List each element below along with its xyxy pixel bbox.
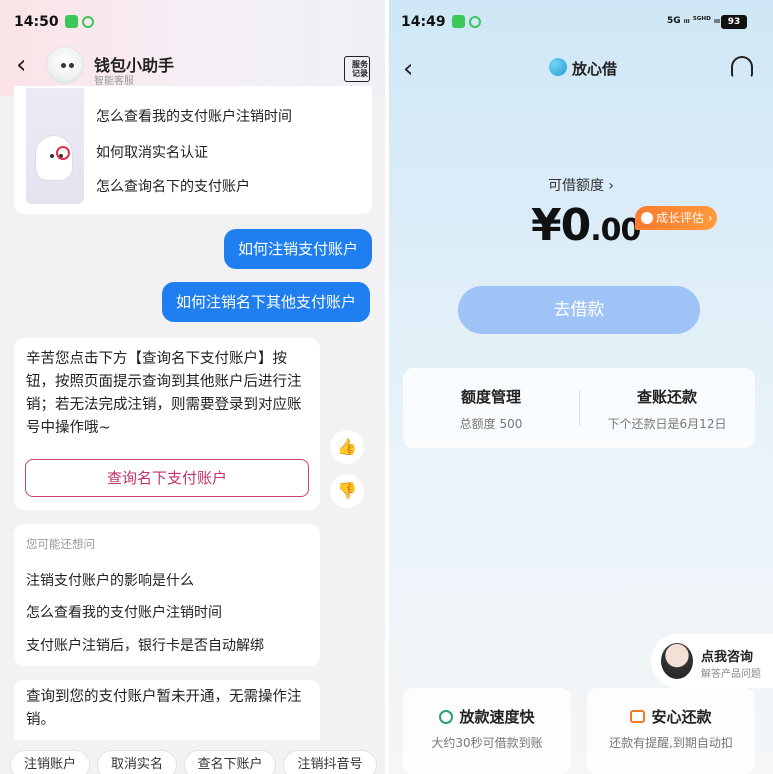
quick-chip[interactable]: 注销抖音号 (283, 750, 377, 774)
bot-reply-text: 查询到您的支付账户暂未开通，无需操作注销。 (26, 689, 302, 728)
mascot-image (26, 88, 84, 204)
account-card: 额度管理 总额度 500 查账还款 下个还款日是6月12日 (403, 368, 755, 448)
quick-chip[interactable]: 注销账户 (10, 750, 90, 774)
consult-subtitle: 解答产品问题 (701, 669, 761, 680)
related-question[interactable]: 怎么查看我的支付账户注销时间 (26, 602, 222, 622)
user-message: 如何注销名下其他支付账户 (162, 282, 371, 322)
related-question[interactable]: 支付账户注销后，银行卡是否自动解绑 (26, 635, 264, 655)
battery-icon: 93 (721, 15, 747, 29)
quick-chip[interactable]: 查名下账户 (184, 750, 276, 774)
page-title: 放心借 (572, 60, 618, 78)
wechat-icon (451, 15, 465, 28)
related-question[interactable]: 注销支付账户的影响是什么 (26, 570, 194, 590)
back-icon[interactable]: ‹ (403, 56, 413, 82)
status-bar-time: 14:50 (14, 14, 94, 30)
agent-avatar (661, 643, 693, 679)
thumb-up-icon[interactable]: 👍 (330, 430, 364, 464)
credit-amount: ¥0.00 (531, 200, 641, 251)
feature-subtitle: 还款有提醒,到期自动扣 (609, 736, 733, 750)
back-icon[interactable]: ‹ (16, 52, 26, 78)
user-message: 如何注销支付账户 (224, 229, 373, 269)
assistant-avatar (46, 46, 84, 84)
wechat-icon (64, 15, 78, 28)
suggestion-card: 怎么查看我的支付账户注销时间 如何取消实名认证 怎么查询名下的支付账户 (14, 86, 372, 214)
app-notification-icon (81, 16, 94, 28)
quota-management[interactable]: 额度管理 总额度 500 (403, 386, 579, 432)
feature-card-repay: 安心还款 还款有提醒,到期自动扣 (587, 688, 755, 774)
suggestion-item[interactable]: 如何取消实名认证 (96, 142, 208, 162)
bot-reply-card: 辛苦您点击下方【查询名下支付账户】按钮，按照页面提示查询到其他账户后进行注销；若… (14, 338, 320, 510)
check-circle-icon (439, 710, 454, 724)
related-header: 您可能还想问 (26, 537, 95, 551)
consult-widget[interactable]: 点我咨询 解答产品问题 (651, 634, 773, 688)
growth-assessment-badge[interactable]: 成长评估 › (635, 206, 717, 230)
related-questions-card: 您可能还想问 注销支付账户的影响是什么 怎么查看我的支付账户注销时间 支付账户注… (14, 524, 320, 666)
page-subtitle: 智能客服 (94, 76, 134, 87)
credit-label[interactable]: 可借额度 › (389, 175, 773, 195)
loan-screen: 14:49 5G ᵢₗₗ ⁵ᴳᴴᴰ ᵢₗₗ 93 ‹ 放心借 可借额度 › ¥0… (389, 0, 773, 774)
suggestion-item[interactable]: 怎么查看我的支付账户注销时间 (96, 106, 292, 126)
borrow-button[interactable]: 去借款 (458, 286, 700, 334)
growth-icon (641, 212, 653, 224)
chat-screen: 14:50 ‹ 钱包小助手 智能客服 服务记录 怎么查看我的支付账户注销时间 如… (0, 0, 385, 774)
product-logo-icon (549, 58, 567, 76)
wallet-icon (630, 710, 646, 723)
headset-icon[interactable] (731, 56, 753, 78)
consult-title: 点我咨询 (701, 650, 754, 665)
service-record-button[interactable]: 服务记录 (344, 56, 370, 82)
app-notification-icon (468, 16, 481, 28)
bot-reply-text: 辛苦您点击下方【查询名下支付账户】按钮，按照页面提示查询到其他账户后进行注销；若… (26, 351, 302, 436)
bill-repayment[interactable]: 查账还款 下个还款日是6月12日 (579, 386, 755, 432)
quick-chip[interactable]: 取消实名 (97, 750, 177, 774)
feature-card-fast: 放款速度快 大约30秒可借款到账 (403, 688, 571, 774)
thumb-down-icon[interactable]: 👎 (330, 474, 364, 508)
signal-icon: 5G ᵢₗₗ ⁵ᴳᴴᴰ ᵢₗₗ (667, 16, 720, 26)
status-bar-time: 14:49 (401, 14, 481, 30)
bot-reply-card: 查询到您的支付账户暂未开通，无需操作注销。 (14, 680, 320, 746)
service-record-label: 服务记录 (352, 60, 368, 78)
feature-subtitle: 大约30秒可借款到账 (431, 736, 543, 750)
query-accounts-button[interactable]: 查询名下支付账户 (25, 459, 309, 497)
suggestion-item[interactable]: 怎么查询名下的支付账户 (96, 176, 250, 196)
